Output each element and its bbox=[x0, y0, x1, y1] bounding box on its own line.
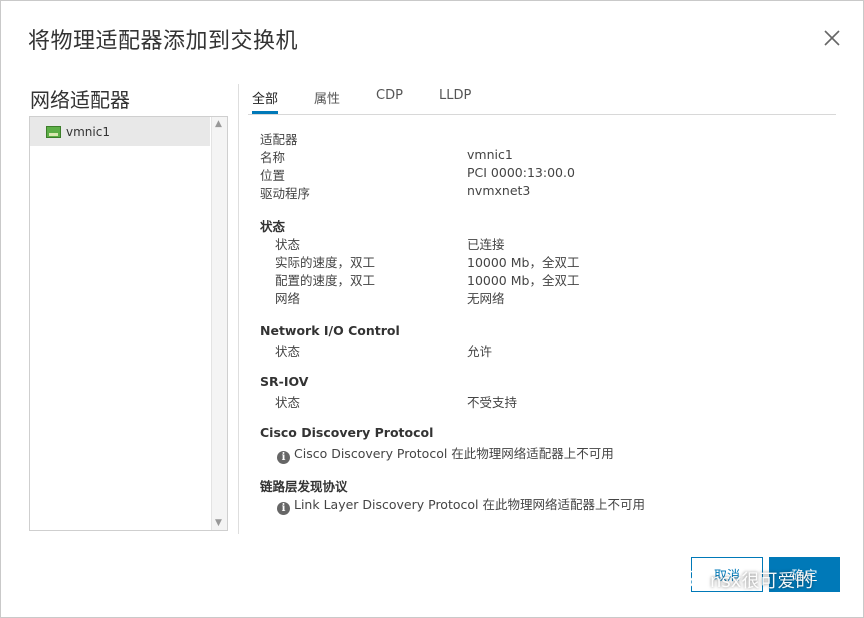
network-card-icon bbox=[46, 125, 61, 138]
value-location: PCI 0000:13:00.0 bbox=[467, 165, 575, 180]
section-adapter-heading: 适配器 bbox=[260, 132, 298, 147]
scroll-down-icon[interactable]: ▼ bbox=[215, 518, 222, 528]
value-driver: nvmxnet3 bbox=[467, 183, 531, 198]
label-configured-speed: 配置的速度，双工 bbox=[275, 273, 376, 288]
label-name: 名称 bbox=[260, 150, 286, 165]
label-location: 位置 bbox=[260, 168, 286, 183]
watermark-text: nsx很可爱的 bbox=[710, 571, 814, 592]
adapters-heading: 网络适配器 bbox=[30, 88, 130, 112]
adapter-label: vmnic1 bbox=[66, 124, 110, 139]
cdp-message: Cisco Discovery Protocol 在此物理网络适配器上不可用 bbox=[294, 446, 614, 461]
close-icon[interactable] bbox=[821, 27, 843, 49]
scroll-up-icon[interactable]: ▲ bbox=[215, 119, 222, 129]
tab-lldp[interactable]: LLDP bbox=[439, 88, 471, 110]
label-driver: 驱动程序 bbox=[260, 186, 311, 201]
value-sriov-status: 不受支持 bbox=[467, 395, 518, 410]
list-item-vmnic1[interactable]: vmnic1 bbox=[30, 117, 210, 146]
label-actual-speed: 实际的速度，双工 bbox=[275, 255, 376, 270]
value-status: 已连接 bbox=[467, 237, 505, 252]
dialog-title: 将物理适配器添加到交换机 bbox=[28, 29, 299, 54]
scrollbar[interactable]: ▲ ▼ bbox=[211, 117, 227, 530]
add-physical-adapter-dialog: 将物理适配器添加到交换机 网络适配器 vmnic1 ▲ ▼ 全部 属性 CDP … bbox=[0, 0, 864, 618]
value-actual-speed: 10000 Mb，全双工 bbox=[467, 255, 580, 270]
tab-properties[interactable]: 属性 bbox=[314, 88, 340, 114]
tab-cdp[interactable]: CDP bbox=[376, 88, 403, 110]
section-sriov-heading: SR-IOV bbox=[260, 374, 309, 389]
wechat-icon bbox=[682, 570, 706, 589]
lldp-message: Link Layer Discovery Protocol 在此物理网络适配器上… bbox=[294, 497, 645, 512]
section-status-heading: 状态 bbox=[260, 219, 286, 234]
info-icon: i bbox=[277, 451, 290, 464]
section-nioc-heading: Network I/O Control bbox=[260, 323, 400, 338]
value-nioc-status: 允许 bbox=[467, 344, 493, 359]
tab-bar: 全部 属性 CDP LLDP bbox=[248, 85, 836, 115]
watermark: nsx很可爱的 bbox=[682, 567, 813, 593]
panel-divider bbox=[238, 84, 239, 534]
lldp-message-row: i Link Layer Discovery Protocol 在此物理网络适配器… bbox=[277, 494, 645, 515]
label-nioc-status: 状态 bbox=[275, 344, 301, 359]
value-network: 无网络 bbox=[467, 291, 505, 306]
info-icon: i bbox=[277, 502, 290, 515]
section-cdp-heading: Cisco Discovery Protocol bbox=[260, 425, 434, 440]
tab-all[interactable]: 全部 bbox=[252, 88, 279, 114]
label-sriov-status: 状态 bbox=[275, 395, 301, 410]
value-name: vmnic1 bbox=[467, 147, 513, 162]
section-lldp-heading: 链路层发现协议 bbox=[260, 479, 348, 494]
label-status: 状态 bbox=[275, 237, 301, 252]
adapter-list: vmnic1 ▲ ▼ bbox=[29, 116, 228, 531]
cdp-message-row: i Cisco Discovery Protocol 在此物理网络适配器上不可用 bbox=[277, 443, 614, 464]
label-network: 网络 bbox=[275, 291, 301, 306]
value-configured-speed: 10000 Mb，全双工 bbox=[467, 273, 580, 288]
